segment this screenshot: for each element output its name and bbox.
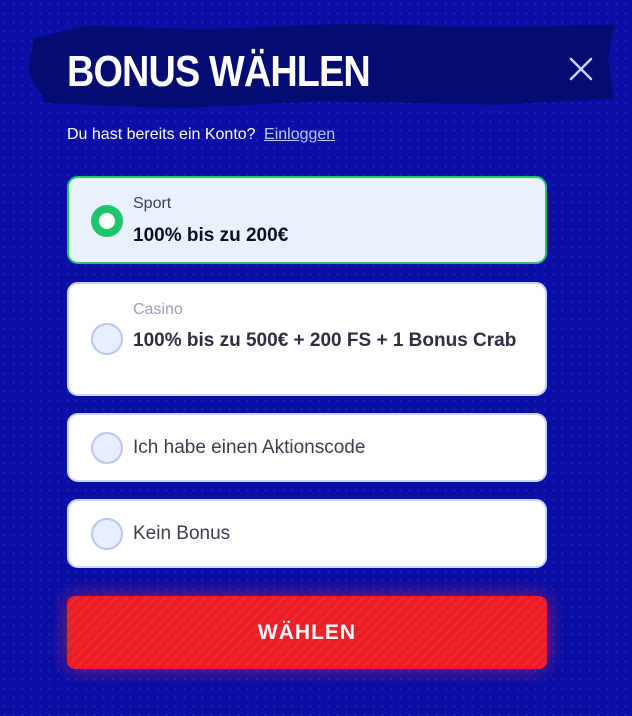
select-bonus-button[interactable]: WÄHLEN — [67, 596, 547, 669]
bonus-option-casino[interactable]: Casino 100% bis zu 500€ + 200 FS + 1 Bon… — [67, 282, 547, 396]
option-label-promo-code: Ich habe einen Aktionscode — [133, 437, 366, 458]
modal-title: BONUS WÄHLEN — [67, 47, 371, 96]
option-category-sport: Sport — [133, 195, 172, 212]
radio-sport[interactable] — [91, 205, 123, 237]
login-link[interactable]: Einloggen — [264, 126, 335, 143]
bonus-option-sport[interactable]: Sport 100% bis zu 200€ — [67, 176, 547, 264]
radio-promo-code[interactable] — [91, 432, 123, 464]
option-label-no-bonus: Kein Bonus — [133, 523, 231, 544]
radio-no-bonus[interactable] — [91, 518, 123, 550]
bonus-option-promo-code[interactable]: Ich habe einen Aktionscode — [67, 413, 547, 482]
close-button[interactable] — [566, 54, 596, 84]
option-category-casino: Casino — [133, 301, 183, 318]
option-label-sport: 100% bis zu 200€ — [133, 225, 289, 246]
close-icon — [569, 57, 593, 81]
bonus-option-no-bonus[interactable]: Kein Bonus — [67, 499, 547, 568]
radio-casino[interactable] — [91, 323, 123, 355]
login-prompt: Du hast bereits ein Konto? Einloggen — [67, 126, 335, 144]
login-prompt-text: Du hast bereits ein Konto? — [67, 126, 256, 143]
option-label-casino: 100% bis zu 500€ + 200 FS + 1 Bonus Crab — [133, 330, 517, 351]
